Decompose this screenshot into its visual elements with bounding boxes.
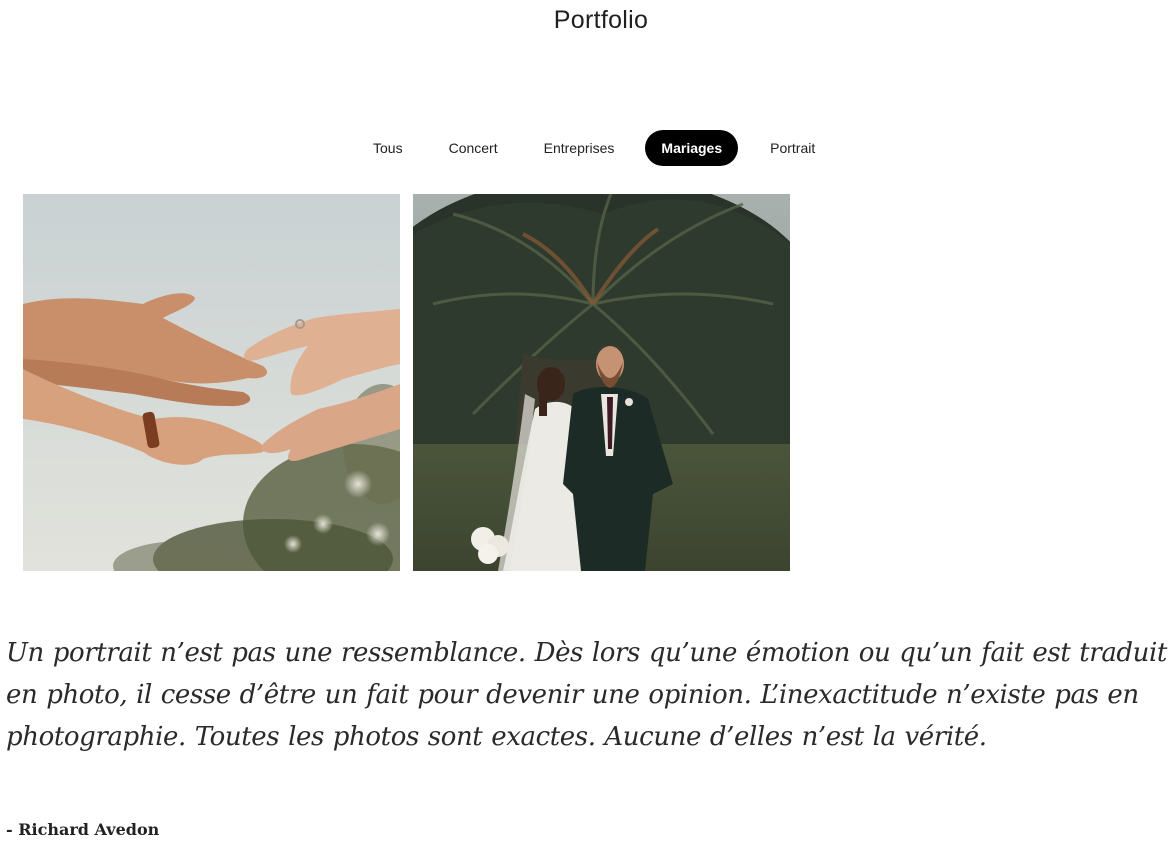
filter-concert[interactable]: Concert (433, 130, 514, 166)
filter-mariages[interactable]: Mariages (645, 130, 739, 166)
quote-author: - Richard Avedon (6, 820, 160, 839)
gallery-photo-hands[interactable] (23, 194, 400, 571)
category-filter-bar: Tous Concert Entreprises Mariages Portra… (357, 130, 831, 166)
filter-portrait[interactable]: Portrait (754, 130, 831, 166)
filter-tous[interactable]: Tous (357, 130, 419, 166)
gallery-photo-wedding-couple[interactable] (413, 194, 790, 571)
page-title: Portfolio (553, 6, 649, 34)
photography-quote: Un portrait n’est pas une ressemblance. … (6, 638, 1167, 752)
portfolio-page: Portfolio Tous Concert Entreprises Maria… (0, 0, 1171, 847)
wedding-couple-photo-image (413, 194, 790, 571)
hands-photo-image (23, 194, 400, 571)
filter-entreprises[interactable]: Entreprises (528, 130, 631, 166)
